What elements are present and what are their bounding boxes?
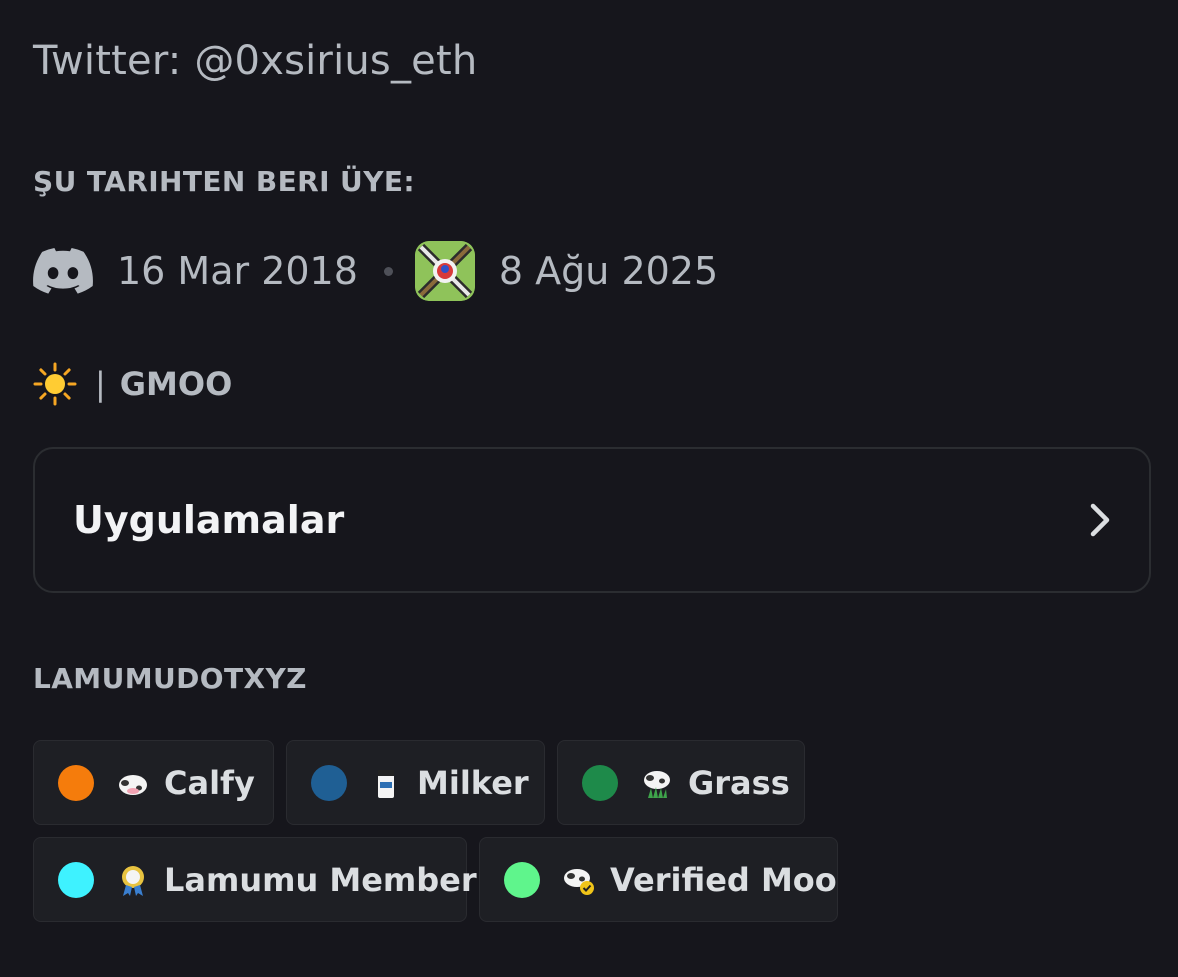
role-color-dot [58, 764, 94, 801]
member-badge-icon [122, 865, 144, 896]
role-name: Milker [417, 763, 529, 802]
sun-icon [33, 362, 77, 406]
roles-list: Calfy Milker Grass Lamumu Member Verifie… [33, 740, 1153, 934]
role-grass[interactable]: Grass [557, 740, 805, 825]
custom-status: | GMOO [33, 362, 232, 406]
apps-button[interactable]: Uygulamalar [33, 447, 1151, 593]
role-calfy[interactable]: Calfy [33, 740, 274, 825]
separator-dot [383, 266, 393, 276]
calf-icon [119, 774, 147, 795]
roles-section-title: LAMUMUDOTXYZ [33, 662, 307, 695]
bio-text: Twitter: @0xsirius_eth [33, 38, 478, 84]
member-since-title: ŞU TARIHTEN BERI ÜYE: [33, 165, 415, 198]
server-join-date: 8 Ağu 2025 [498, 249, 719, 293]
discord-join-date: 16 Mar 2018 [117, 249, 358, 293]
role-name: Calfy [164, 763, 255, 802]
role-verified-moo[interactable]: Verified Moo [479, 837, 838, 922]
role-lamumu-member[interactable]: Lamumu Member [33, 837, 477, 922]
roles-row-1: Calfy Milker Grass [33, 740, 1153, 825]
apps-label: Uygulamalar [73, 498, 345, 542]
role-name: Grass [688, 763, 790, 802]
status-text: GMOO [119, 365, 233, 403]
roles-row-2: Lamumu Member Verified Moo [33, 837, 1153, 922]
role-milker[interactable]: Milker [286, 740, 545, 825]
chevron-right-icon [1090, 503, 1110, 537]
discord-logo-icon [33, 248, 93, 294]
server-icon[interactable] [414, 241, 475, 301]
role-name: Lamumu Member [164, 860, 477, 899]
milk-carton-icon [378, 769, 394, 798]
verified-cow-icon [564, 868, 594, 895]
role-color-dot [58, 861, 94, 898]
role-color-dot [311, 764, 347, 801]
member-since-dates: 16 Mar 2018 8 Ağu 2025 [33, 240, 718, 302]
role-name: Verified Moo [610, 860, 837, 899]
role-color-dot [582, 764, 618, 801]
cow-grass-icon [644, 770, 670, 798]
role-color-dot [504, 861, 540, 898]
profile-panel: Twitter: @0xsirius_eth ŞU TARIHTEN BERI … [0, 0, 1178, 977]
status-separator: | [95, 365, 106, 403]
